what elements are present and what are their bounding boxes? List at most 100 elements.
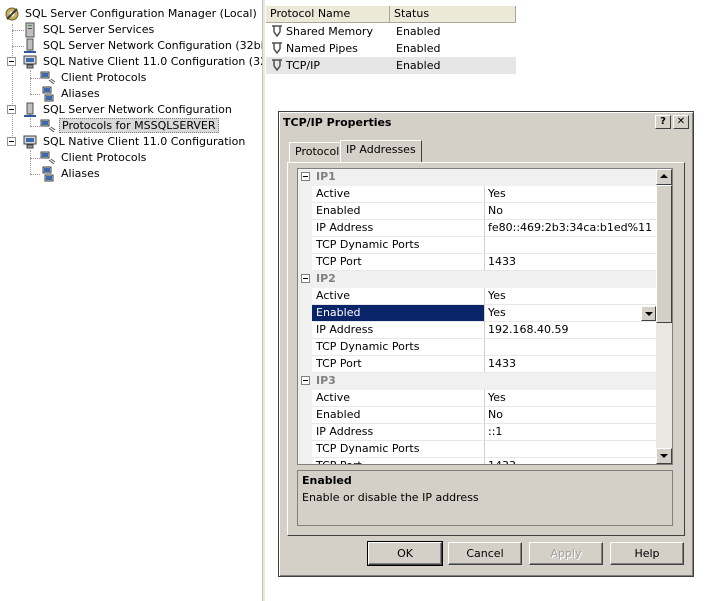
tree-collapse-toggle[interactable]	[7, 137, 16, 146]
property-row[interactable]: IP Address 192.168.40.59	[298, 322, 658, 339]
tree-connector	[30, 150, 31, 174]
tree-item-client-protocols-32bit[interactable]: Client Protocols	[40, 70, 148, 86]
tree-item-native-client-32bit[interactable]: SQL Native Client 11.0 Configuration (32…	[22, 54, 288, 70]
property-value[interactable]: Yes	[485, 186, 658, 203]
tree-collapse-toggle[interactable]	[7, 105, 16, 114]
close-button[interactable]: ✕	[673, 115, 689, 129]
property-row[interactable]: Enabled No	[298, 203, 658, 220]
protocol-status: Enabled	[396, 42, 441, 55]
property-key: IP Address	[312, 220, 485, 237]
property-value-select[interactable]: Yes	[485, 305, 658, 322]
tree-item-native-client[interactable]: SQL Native Client 11.0 Configuration	[22, 134, 247, 150]
server-services-icon	[22, 22, 38, 38]
list-row-shared-memory[interactable]: Shared Memory Enabled	[266, 23, 516, 40]
apply-button[interactable]: Apply	[529, 542, 603, 565]
category-label: IP2	[316, 272, 336, 285]
tree-item-label: Aliases	[61, 87, 100, 100]
property-value[interactable]: 1433	[485, 458, 658, 464]
aliases-icon	[40, 86, 56, 102]
property-value[interactable]: 1433	[485, 254, 658, 271]
help-title-button[interactable]: ?	[655, 115, 671, 129]
tree-item-client-protocols[interactable]: Client Protocols	[40, 150, 148, 166]
scroll-thumb[interactable]	[656, 185, 672, 323]
tcpip-properties-dialog: TCP/IP Properties ? ✕ Protocol IP Addres…	[278, 111, 694, 577]
property-row[interactable]: TCP Dynamic Ports	[298, 339, 658, 356]
property-value[interactable]: 1433	[485, 356, 658, 373]
tree-item-server-services[interactable]: SQL Server Services	[22, 22, 156, 38]
property-value: Yes	[488, 306, 506, 319]
category-label: IP1	[316, 170, 336, 183]
property-value[interactable]: ::1	[485, 424, 658, 441]
collapse-icon[interactable]	[301, 376, 310, 385]
tree-item-aliases-32bit[interactable]: Aliases	[40, 86, 102, 102]
property-row[interactable]: TCP Dynamic Ports	[298, 237, 658, 254]
native-client-icon	[22, 54, 38, 70]
network-config-icon	[22, 102, 38, 118]
property-value[interactable]	[485, 237, 658, 254]
dialog-title-bar[interactable]: TCP/IP Properties ? ✕	[281, 114, 691, 132]
property-value[interactable]: fe80::469:2b3:34ca:b1ed%11	[485, 220, 658, 237]
category-ip2[interactable]: IP2	[298, 271, 658, 288]
property-value[interactable]: Yes	[485, 288, 658, 305]
tree-collapse-toggle[interactable]	[7, 57, 16, 66]
tree-connector	[30, 78, 40, 79]
property-row[interactable]: Enabled No	[298, 407, 658, 424]
property-row[interactable]: TCP Port1433	[298, 254, 658, 271]
description-title: Enabled	[302, 474, 352, 487]
scroll-up-icon[interactable]	[656, 169, 672, 185]
description-panel: Enabled Enable or disable the IP address	[297, 470, 673, 526]
tab-protocol[interactable]: Protocol	[289, 142, 346, 162]
protocol-name: Named Pipes	[286, 42, 358, 55]
tree-item-network-config[interactable]: SQL Server Network Configuration	[22, 102, 234, 118]
property-row[interactable]: Active Yes	[298, 288, 658, 305]
property-row[interactable]: IP Address fe80::469:2b3:34ca:b1ed%11	[298, 220, 658, 237]
property-row-selected[interactable]: Enabled Yes	[298, 305, 658, 322]
property-value[interactable]: No	[485, 407, 658, 424]
collapse-icon[interactable]	[301, 172, 310, 181]
property-row[interactable]: Active Yes	[298, 390, 658, 407]
dropdown-arrow-icon[interactable]	[641, 306, 656, 321]
property-value[interactable]: Yes	[485, 390, 658, 407]
column-header-protocol-name[interactable]: Protocol Name	[266, 6, 390, 23]
network-config-icon	[22, 38, 38, 54]
protocol-icon	[270, 58, 284, 77]
property-value[interactable]	[485, 339, 658, 356]
category-ip1[interactable]: IP1	[298, 169, 658, 186]
cancel-button[interactable]: Cancel	[448, 542, 522, 565]
list-row-named-pipes[interactable]: Named Pipes Enabled	[266, 40, 516, 57]
tree-item-protocols-mssqlserver[interactable]: Protocols for MSSQLSERVER	[40, 118, 219, 134]
tree-item-aliases[interactable]: Aliases	[40, 166, 102, 182]
property-key: Active	[312, 390, 485, 407]
column-header-status[interactable]: Status	[390, 6, 516, 23]
help-button[interactable]: Help	[610, 542, 684, 565]
collapse-icon[interactable]	[301, 274, 310, 283]
property-value[interactable]: No	[485, 203, 658, 220]
property-row[interactable]: TCP Port1433	[298, 356, 658, 373]
property-key: TCP Dynamic Ports	[312, 237, 485, 254]
ok-button[interactable]: OK	[367, 541, 443, 566]
tree-item-network-config-32bit[interactable]: SQL Server Network Configuration (32bit)	[22, 38, 274, 54]
property-row[interactable]: Active Yes	[298, 186, 658, 203]
property-key: IP Address	[312, 424, 485, 441]
tree-item-label: Client Protocols	[61, 151, 147, 164]
tree-item-label: Protocols for MSSQLSERVER	[59, 118, 219, 133]
property-row[interactable]: IP Address::1	[298, 424, 658, 441]
list-row-tcp-ip[interactable]: TCP/IP Enabled	[266, 57, 516, 74]
property-value[interactable]	[485, 441, 658, 458]
property-key: TCP Port	[312, 254, 485, 271]
property-key: Enabled	[312, 305, 485, 322]
tree-connector	[12, 24, 13, 146]
property-row[interactable]: TCP Dynamic Ports	[298, 441, 658, 458]
tree-item-config-manager[interactable]: SQL Server Configuration Manager (Local)	[4, 6, 259, 22]
property-key: Enabled	[312, 203, 485, 220]
property-value[interactable]: 192.168.40.59	[485, 322, 658, 339]
scroll-down-icon[interactable]	[656, 448, 672, 464]
tree-item-label: SQL Server Network Configuration (32bit)	[43, 39, 273, 52]
tab-ip-addresses[interactable]: IP Addresses	[340, 140, 422, 162]
category-ip3[interactable]: IP3	[298, 373, 658, 390]
tree-item-label: Client Protocols	[61, 71, 147, 84]
tree-connector	[30, 70, 31, 94]
property-row[interactable]: TCP Port1433	[298, 458, 658, 464]
grid-scrollbar[interactable]	[656, 169, 672, 464]
tree-connector	[30, 126, 40, 127]
